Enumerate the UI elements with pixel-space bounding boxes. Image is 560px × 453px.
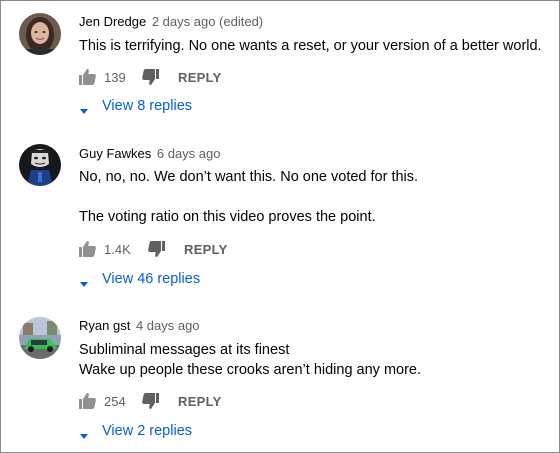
avatar[interactable] [19, 317, 61, 359]
avatar[interactable] [19, 144, 61, 186]
user-avatar-mask-icon [19, 144, 61, 186]
comment-actions: 1.4K REPLY [79, 239, 228, 259]
comment-timestamp[interactable]: 6 days ago [157, 146, 221, 161]
comment-text: No, no, no. We don’t want this. No one v… [79, 169, 419, 225]
user-avatar-woman-icon [19, 13, 61, 55]
view-replies-button[interactable]: View 46 replies [79, 269, 200, 289]
thumbs-up-icon[interactable] [79, 69, 96, 85]
caret-down-icon [79, 428, 89, 439]
thumbs-down-icon[interactable] [148, 241, 165, 257]
view-replies-label: View 46 replies [102, 271, 201, 287]
comment-text: Subliminal messages at its finest Wake u… [79, 342, 422, 378]
view-replies-label: View 2 replies [102, 423, 193, 439]
thumbs-up-icon[interactable] [79, 241, 96, 257]
comment-timestamp[interactable]: 2 days ago (edited) [152, 14, 263, 29]
comment-header: Jen Dredge 2 days ago (edited) [79, 14, 263, 30]
reply-button[interactable]: REPLY [178, 70, 222, 85]
like-count: 1.4K [104, 241, 131, 257]
view-replies-button[interactable]: View 8 replies [79, 96, 192, 116]
like-count: 254 [104, 393, 126, 409]
comment-actions: 139 REPLY [79, 67, 222, 87]
comment-actions: 254 REPLY [79, 391, 222, 411]
reply-button[interactable]: REPLY [178, 394, 222, 409]
avatar[interactable] [19, 13, 61, 55]
author-name[interactable]: Ryan gst [79, 318, 130, 333]
thumbs-down-icon[interactable] [142, 69, 159, 85]
comment-timestamp[interactable]: 4 days ago [136, 318, 200, 333]
author-name[interactable]: Jen Dredge [79, 14, 146, 29]
comment-header: Ryan gst 4 days ago [79, 318, 200, 334]
caret-down-icon [79, 103, 89, 114]
reply-button[interactable]: REPLY [184, 242, 228, 257]
thumbs-up-icon[interactable] [79, 393, 96, 409]
view-replies-label: View 8 replies [102, 98, 193, 114]
caret-down-icon [79, 276, 89, 287]
author-name[interactable]: Guy Fawkes [79, 146, 151, 161]
comment-header: Guy Fawkes 6 days ago [79, 146, 220, 162]
like-count: 139 [104, 69, 126, 85]
comment-text: This is terrifying. No one wants a reset… [79, 38, 542, 54]
view-replies-button[interactable]: View 2 replies [79, 421, 192, 441]
user-avatar-car-icon [19, 317, 61, 359]
thumbs-down-icon[interactable] [142, 393, 159, 409]
